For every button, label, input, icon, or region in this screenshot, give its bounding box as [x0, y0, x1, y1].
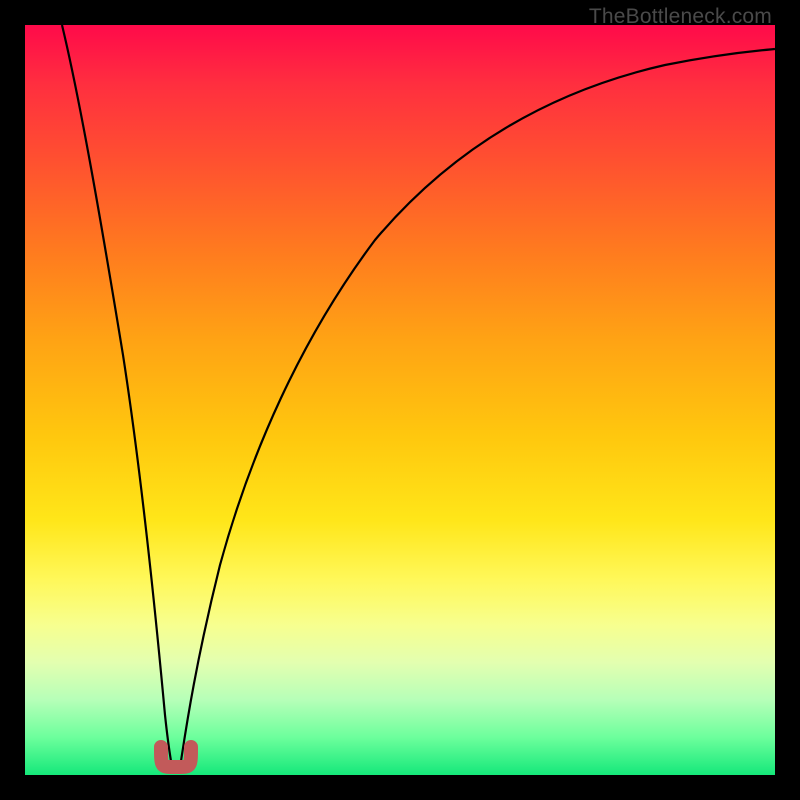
- chart-frame: TheBottleneck.com: [0, 0, 800, 800]
- bottleneck-curve-left: [62, 25, 171, 761]
- attribution-label: TheBottleneck.com: [589, 5, 772, 29]
- bottleneck-curve-right: [181, 49, 775, 761]
- min-marker: [161, 747, 191, 767]
- plot-area: [25, 25, 775, 775]
- curve-layer: [25, 25, 775, 775]
